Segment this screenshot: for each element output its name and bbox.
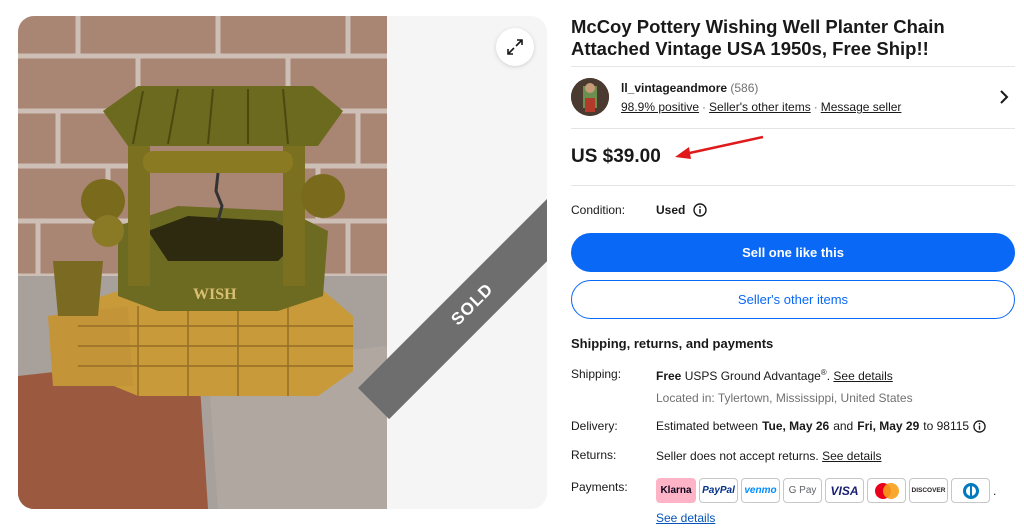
delivery-and: and: [833, 419, 854, 433]
payments-see-details: See details: [656, 511, 715, 525]
delivery-start: Tue, May 26: [762, 419, 830, 433]
delivery-pre: Estimated between: [656, 419, 759, 433]
shipping-value: Free USPS Ground Advantage®. See details: [656, 368, 893, 383]
separator-dot: ·: [813, 100, 818, 114]
divider: [571, 66, 1015, 67]
expand-icon: [507, 39, 523, 55]
product-photo[interactable]: WISH: [18, 16, 387, 509]
paypal-icon: PayPal: [699, 478, 738, 503]
seller-links: 98.9% positive · Seller's other items · Mess…: [621, 100, 901, 114]
condition-value-wrap: Used: [656, 203, 708, 217]
discover-icon: DISCOVER: [909, 478, 948, 503]
mastercard-icon: [867, 478, 906, 503]
seller-name-line: ll_vintageandmore (586): [621, 81, 758, 95]
expand-button[interactable]: [496, 28, 534, 66]
diners-club-icon: [951, 478, 990, 503]
payments-trailing-dot: .: [993, 483, 997, 498]
returns-see-details-link[interactable]: See details: [822, 449, 881, 463]
info-icon[interactable]: [693, 203, 708, 217]
returns-label: Returns:: [571, 448, 617, 462]
payments-see-details-link[interactable]: See details: [656, 511, 715, 525]
payment-methods: Klarna PayPal venmo G Pay VISA DISCOVER …: [656, 478, 996, 503]
chevron-right-icon[interactable]: [999, 90, 1009, 104]
sellers-other-items-button[interactable]: Seller's other items: [571, 280, 1015, 319]
seller-feedback-count: (586): [730, 81, 759, 95]
delivery-value: Estimated between Tue, May 26 and Fri, M…: [656, 419, 986, 433]
klarna-icon: Klarna: [656, 478, 696, 503]
seller-card[interactable]: ll_vintageandmore (586) 98.9% positive · S…: [571, 78, 1015, 118]
shipping-see-details-link[interactable]: See details: [833, 369, 892, 383]
image-gallery: WISH SOLD: [18, 16, 547, 509]
delivery-to: to 98115: [923, 419, 970, 433]
seller-avatar[interactable]: [571, 78, 609, 116]
annotation-arrow-icon: [675, 135, 764, 159]
shipping-label: Shipping:: [571, 367, 622, 381]
delivery-label: Delivery:: [571, 419, 618, 433]
condition-label: Condition:: [571, 203, 626, 217]
shipping-section-title: Shipping, returns, and payments: [571, 336, 774, 351]
sold-ribbon-text: SOLD: [447, 279, 498, 330]
item-price: US $39.00: [571, 146, 661, 167]
seller-other-items-link[interactable]: Seller's other items: [709, 100, 811, 114]
venmo-icon: venmo: [741, 478, 780, 503]
shipping-dot: .: [826, 369, 831, 383]
seller-positive-link[interactable]: 98.9% positive: [621, 100, 699, 114]
condition-value: Used: [656, 203, 686, 217]
divider: [571, 185, 1015, 186]
listing-title: McCoy Pottery Wishing Well Planter Chain…: [571, 16, 945, 59]
svg-text:WISH: WISH: [193, 286, 237, 303]
shipping-service: USPS Ground Advantage: [684, 369, 821, 383]
visa-icon: VISA: [825, 478, 864, 503]
delivery-end: Fri, May 29: [857, 419, 920, 433]
payments-label: Payments:: [571, 480, 628, 494]
shipping-free: Free: [656, 369, 682, 383]
seller-name[interactable]: ll_vintageandmore: [621, 81, 727, 95]
item-location: Located in: Tylertown, Mississippi, Unit…: [656, 391, 913, 405]
message-seller-link[interactable]: Message seller: [821, 100, 902, 114]
separator-dot: ·: [702, 100, 707, 114]
info-icon[interactable]: [973, 419, 986, 433]
sell-one-like-this-button[interactable]: Sell one like this: [571, 233, 1015, 272]
returns-value: Seller does not accept returns. See deta…: [656, 449, 881, 463]
returns-text: Seller does not accept returns.: [656, 449, 819, 463]
google-pay-icon: G Pay: [783, 478, 822, 503]
divider: [571, 128, 1015, 129]
